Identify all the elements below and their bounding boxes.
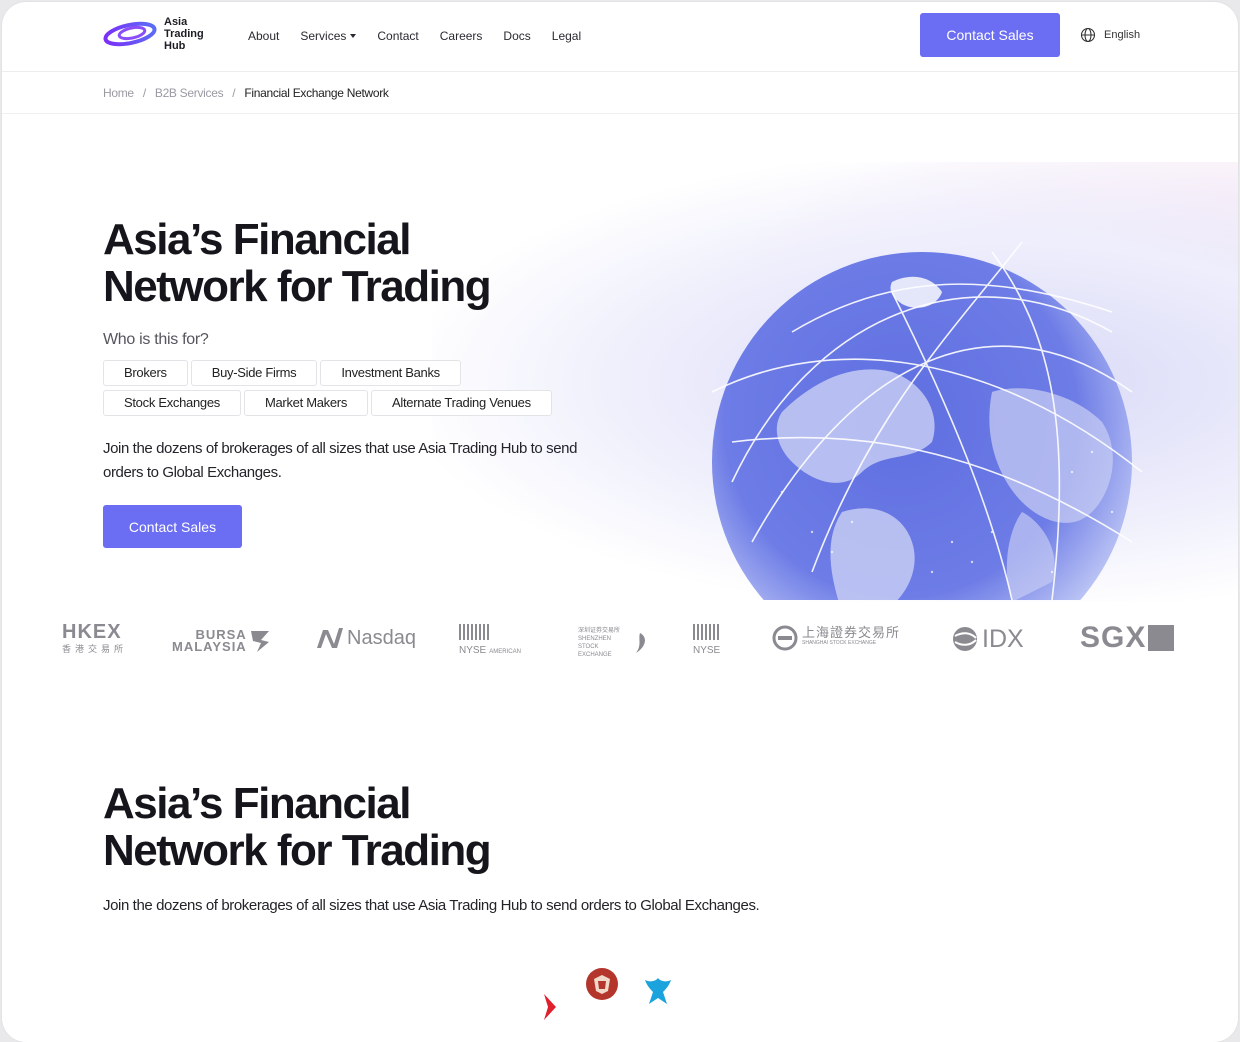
nyse-pillars-icon <box>693 624 719 640</box>
nav-services[interactable]: Services <box>300 29 357 43</box>
orbit-logo-icon <box>103 21 157 47</box>
brand-logo[interactable]: Asia Trading Hub <box>102 16 224 52</box>
nasdaq-wordmark: Nasdaq <box>347 626 416 649</box>
language-label: English <box>1104 29 1141 41</box>
nyse-american-wordmark: NYSE <box>459 645 487 656</box>
logo-nasdaq: Nasdaq <box>314 626 416 650</box>
sse-chinese-label: 上海證券交易所 <box>802 625 901 640</box>
szse-emblem-icon <box>636 633 645 653</box>
nav-contact[interactable]: Contact <box>377 29 418 43</box>
sgx-square-icon <box>1148 625 1175 651</box>
hkex-wordmark: HKEX <box>62 621 122 643</box>
top-nav: Asia Trading Hub About Services Contact … <box>2 2 1238 72</box>
nyse-wordmark: NYSE <box>693 645 721 656</box>
section-description: Join the dozens of brokerages of all siz… <box>103 897 760 914</box>
hero-title: Asia’s Financial Network for Trading <box>103 215 492 311</box>
breadcrumb-b2b-services[interactable]: B2B Services <box>155 86 224 100</box>
logo-shanghai-stock-exchange: 上海證券交易所 SHANGHAI STOCK EXCHANGE <box>772 625 900 651</box>
sse-emblem-icon <box>772 625 798 651</box>
breadcrumb-separator: / <box>142 86 146 100</box>
hero-description: Join the dozens of brokerages of all siz… <box>103 440 578 481</box>
caret-down-icon <box>350 34 357 38</box>
nav-services-label: Services <box>300 29 347 43</box>
hero-contact-sales-button[interactable]: Contact Sales <box>103 505 242 548</box>
breadcrumb-current: Financial Exchange Network <box>244 86 389 100</box>
logo-bursa-malaysia: BURSA MALAYSIA <box>172 628 273 654</box>
bursa-line-2: MALAYSIA <box>172 639 247 654</box>
audience-chips: Brokers Buy-Side Firms Investment Banks … <box>103 360 583 416</box>
logo-idx: IDX <box>950 624 1024 654</box>
idx-wordmark: IDX <box>982 624 1024 653</box>
logo-shenzhen-stock-exchange: 深圳证券交易所 SHENZHEN STOCK EXCHANGE <box>578 627 650 659</box>
globe-icon <box>1080 27 1096 43</box>
globe-illustration <box>711 241 1143 600</box>
audience-label: Who is this for? <box>103 331 209 348</box>
sgx-wordmark: SGX <box>1080 621 1147 654</box>
partner-crest-icon <box>586 968 618 1000</box>
breadcrumb-separator: / <box>232 86 236 100</box>
chip-alternate-trading-venues[interactable]: Alternate Trading Venues <box>371 390 552 416</box>
nyse-american-sub: AMERICAN <box>489 649 521 655</box>
main-nav: About Services Contact Careers Docs Lega… <box>248 29 581 43</box>
nasdaq-mark-icon <box>317 628 343 648</box>
chip-buy-side-firms[interactable]: Buy-Side Firms <box>190 360 318 386</box>
language-selector[interactable]: English <box>1080 27 1140 43</box>
logo-hkex: HKEX 香港交易所 <box>62 622 127 655</box>
nyse-american-pillars-icon <box>459 624 489 640</box>
nav-docs[interactable]: Docs <box>503 29 530 43</box>
chip-market-makers[interactable]: Market Makers <box>243 390 369 416</box>
bursa-emblem-icon <box>250 631 269 652</box>
nav-about[interactable]: About <box>248 29 279 43</box>
brand-name: Asia Trading Hub <box>164 16 204 52</box>
page: Asia Trading Hub About Services Contact … <box>2 2 1238 1042</box>
nav-legal[interactable]: Legal <box>552 29 581 43</box>
nav-careers[interactable]: Careers <box>440 29 483 43</box>
logo-sgx: SGX <box>1080 621 1175 655</box>
chip-brokers[interactable]: Brokers <box>103 360 188 386</box>
section-title: Asia’s Financial Network for Trading <box>103 779 492 875</box>
exchange-logos-strip: HKEX 香港交易所 BURSA MALAYSIA Nasdaq NYSE AM… <box>2 602 1238 678</box>
szse-english-label: SHENZHEN STOCK EXCHANGE <box>578 636 612 658</box>
chip-stock-exchanges[interactable]: Stock Exchanges <box>103 390 241 416</box>
logo-nyse: NYSE <box>693 624 721 656</box>
breadcrumb: Home / B2B Services / Financial Exchange… <box>2 72 1238 114</box>
header-contact-sales-button[interactable]: Contact Sales <box>920 13 1060 57</box>
logo-nyse-american: NYSE AMERICAN <box>459 624 521 656</box>
partner-red-chevron-icon <box>544 994 556 1020</box>
breadcrumb-home[interactable]: Home <box>103 86 134 100</box>
chip-investment-banks[interactable]: Investment Banks <box>320 360 461 386</box>
partner-eagle-icon <box>645 978 671 1004</box>
szse-chinese-label: 深圳证券交易所 <box>578 628 621 634</box>
idx-globe-icon <box>953 627 977 651</box>
hkex-chinese-label: 香港交易所 <box>62 644 128 654</box>
